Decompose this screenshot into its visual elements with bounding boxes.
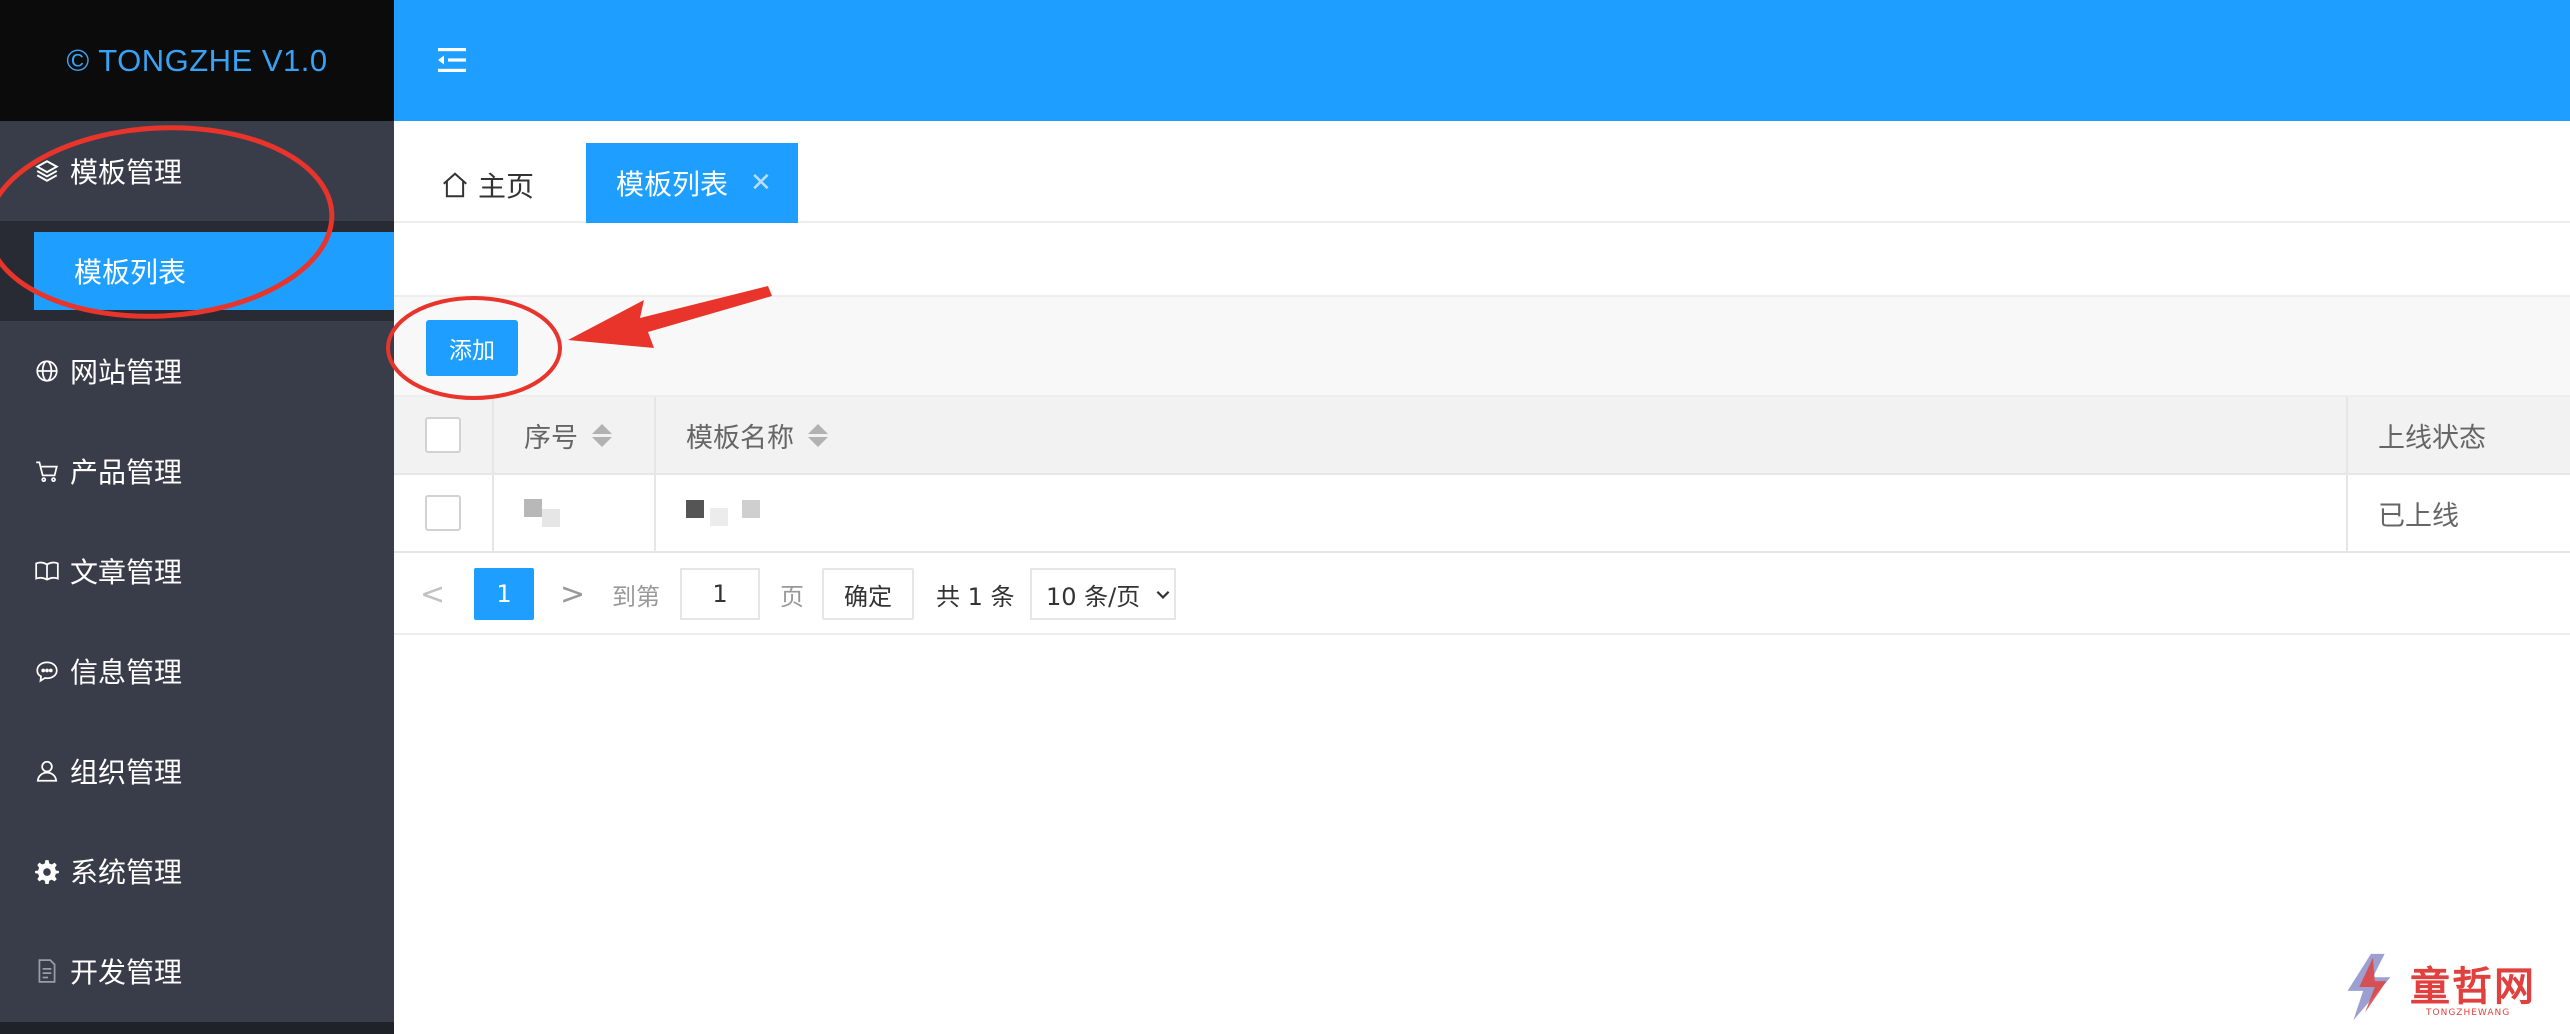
sidebar-subitem-template-list[interactable]: 模板列表 [34, 232, 394, 310]
chevron-down-icon [1156, 590, 1170, 599]
column-header-template-name[interactable]: 模板名称 [656, 397, 2348, 473]
confirm-button[interactable]: 确定 [822, 568, 914, 620]
chat-icon [34, 658, 60, 684]
next-page-button[interactable]: > [560, 568, 585, 620]
logo-text: © TONGZHE V1.0 [66, 42, 328, 78]
cell-status: 已上线 [2348, 475, 2570, 551]
table-row[interactable]: 已上线 [394, 475, 2570, 553]
sort-icon[interactable] [592, 423, 612, 447]
column-header-label: 上线状态 [2378, 422, 2486, 454]
tab-template-list[interactable]: 模板列表 ✕ [586, 143, 798, 223]
sidebar-item-label: 网站管理 [70, 356, 183, 389]
menu-fold-icon[interactable] [434, 42, 470, 78]
sidebar-item-system-management[interactable]: 系统管理 [0, 821, 394, 921]
home-icon [443, 172, 467, 198]
row-checkbox-cell [394, 475, 494, 551]
tab-label: 模板列表 [616, 168, 729, 201]
redacted-value [686, 500, 760, 526]
sidebar-item-template-management[interactable]: 模板管理 [0, 121, 394, 221]
sidebar-item-organization-management[interactable]: 组织管理 [0, 721, 394, 821]
sidebar-item-label: 产品管理 [70, 456, 183, 489]
sidebar-item-product-management[interactable]: 产品管理 [0, 421, 394, 521]
cell-id-redacted [494, 475, 656, 551]
tab-home[interactable]: 主页 [440, 165, 534, 205]
sidebar-item-label: 组织管理 [70, 756, 183, 789]
watermark-text: 童哲网 [2410, 963, 2536, 1010]
globe-icon [34, 358, 60, 384]
document-icon [34, 958, 60, 984]
table-toolbar: 添加 [394, 295, 2570, 397]
layers-icon [34, 158, 60, 184]
goto-page-input[interactable]: 1 [680, 568, 760, 620]
sidebar-submenu: 模板列表 [0, 221, 394, 321]
redacted-value [524, 499, 560, 527]
status-text: 已上线 [2378, 500, 2459, 532]
book-icon [34, 558, 60, 584]
sidebar-footer-strip [0, 1022, 394, 1034]
sidebar-item-info-management[interactable]: 信息管理 [0, 621, 394, 721]
brand-watermark: 童哲网 TONGZHEWANG [2330, 948, 2560, 1028]
page-size-value: 10 条/页 [1046, 582, 1141, 611]
sidebar-item-development-management[interactable]: 开发管理 [0, 921, 394, 1021]
header-checkbox-cell [394, 397, 494, 473]
gear-icon [34, 858, 60, 884]
sort-icon[interactable] [808, 423, 828, 447]
watermark-subtext: TONGZHEWANG [2426, 1008, 2511, 1018]
app-logo[interactable]: © TONGZHE V1.0 [0, 0, 394, 121]
sidebar-item-label: 文章管理 [70, 556, 183, 589]
row-checkbox[interactable] [425, 495, 461, 531]
pagination: < 1 > 到第 1 页 确定 共 1 条 10 条/页 [394, 553, 2570, 635]
goto-label: 到第 [612, 582, 660, 611]
sidebar-item-article-management[interactable]: 文章管理 [0, 521, 394, 621]
top-header [394, 0, 2570, 121]
sidebar-item-label: 模板管理 [70, 156, 183, 189]
watermark-logo-icon [2347, 953, 2391, 1021]
sidebar-subitem-label: 模板列表 [74, 256, 187, 289]
column-header-status: 上线状态 [2348, 397, 2570, 473]
column-header-label: 序号 [524, 422, 578, 454]
sidebar-item-label: 信息管理 [70, 656, 183, 689]
tab-bar: 主页 模板列表 ✕ [394, 121, 2570, 223]
sidebar-item-website-management[interactable]: 网站管理 [0, 321, 394, 421]
template-table: 序号 模板名称 上线状态 已上线 [394, 397, 2570, 553]
page-size-select[interactable]: 10 条/页 [1030, 568, 1176, 620]
user-icon [34, 758, 60, 784]
total-count: 共 1 条 [936, 582, 1015, 611]
column-header-id[interactable]: 序号 [494, 397, 656, 473]
column-header-label: 模板名称 [686, 422, 794, 454]
close-icon[interactable]: ✕ [750, 168, 772, 198]
cart-icon [34, 458, 60, 484]
table-header: 序号 模板名称 上线状态 [394, 397, 2570, 475]
page-number-current[interactable]: 1 [474, 568, 534, 620]
add-button[interactable]: 添加 [426, 320, 518, 376]
prev-page-button[interactable]: < [420, 568, 445, 620]
sidebar-item-label: 系统管理 [70, 856, 183, 889]
app-root: © TONGZHE V1.0 模板管理 模板列表 网站管理 产品管理 文章管理 … [0, 0, 2570, 1034]
sidebar-item-label: 开发管理 [70, 956, 183, 989]
select-all-checkbox[interactable] [425, 417, 461, 453]
cell-name-redacted [656, 475, 2348, 551]
sidebar: © TONGZHE V1.0 模板管理 模板列表 网站管理 产品管理 文章管理 … [0, 0, 394, 1034]
page-unit-label: 页 [780, 582, 804, 611]
tab-home-label: 主页 [478, 170, 535, 203]
